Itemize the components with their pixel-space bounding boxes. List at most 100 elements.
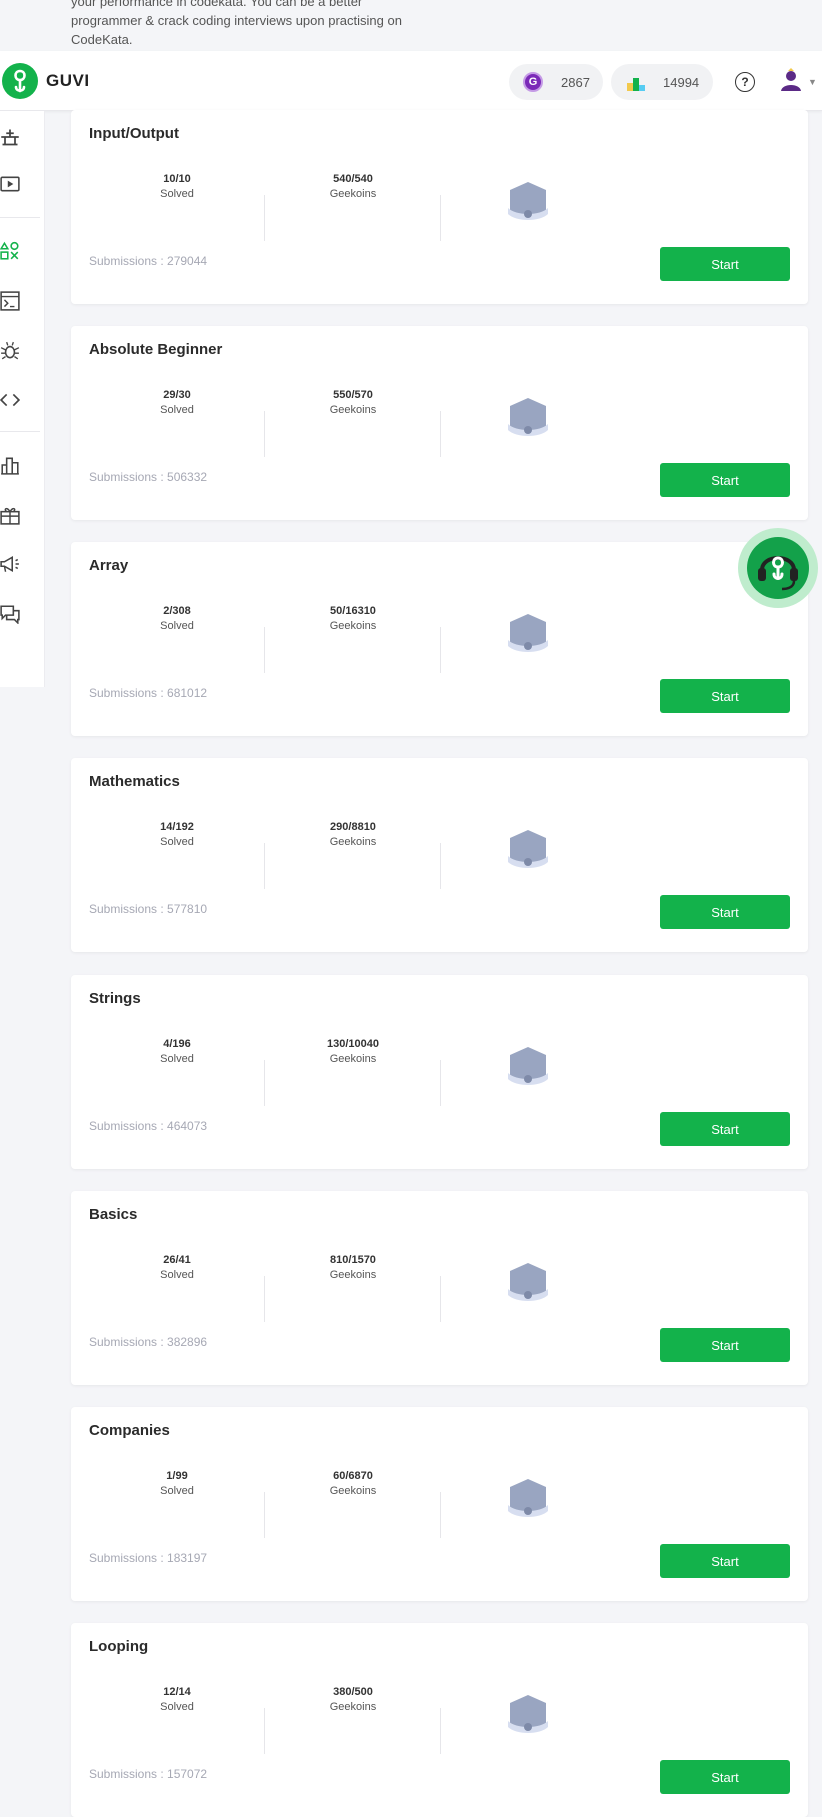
geekoins-label: Geekoins [329,836,377,848]
start-button[interactable]: Start [660,1328,790,1362]
solved-stat: 1/99 Solved [117,1469,237,1499]
sidebar-leaderboard-icon[interactable] [0,455,20,475]
geekoins-label: Geekoins [329,1053,377,1065]
geekoins-label: Geekoins [329,188,377,200]
geekoin-icon: G [523,72,543,92]
track-title: Basics [89,1206,138,1223]
geekoins-value: 810/1570 [330,1254,376,1266]
solved-value: 2/308 [163,605,191,617]
badge-icon [508,830,548,868]
stat-divider [440,1276,441,1322]
sidebar [0,111,45,687]
chevron-down-icon[interactable]: ▼ [808,77,817,87]
rank-count: 14994 [663,74,700,90]
sidebar-gift-icon[interactable] [0,505,20,525]
submissions-count: Submissions : 382896 [89,1335,208,1349]
geekoins-pill[interactable]: G 2867 [509,64,603,100]
geekoins-value: 60/6870 [333,1470,373,1482]
stat-divider [264,195,265,241]
submissions-count: Submissions : 279044 [89,254,208,268]
sidebar-forum-icon[interactable] [0,604,20,624]
track-card-basics: Basics 26/41 Solved 810/1570 Geekoins Subm… [71,1191,808,1385]
avatar[interactable] [779,68,803,92]
solved-stat: 2/308 Solved [117,604,237,634]
start-button[interactable]: Start [660,1760,790,1794]
leaderboard-icon [627,73,645,91]
solved-label: Solved [160,620,194,632]
intro-line-3: CodeKata. [71,32,133,47]
geekoins-label: Geekoins [329,1269,377,1281]
stat-divider [264,411,265,457]
geekoins-stat: 550/570 Geekoins [293,388,413,418]
sidebar-bug-icon[interactable] [0,341,20,361]
geekoins-value: 130/10040 [327,1038,379,1050]
submissions-count: Submissions : 577810 [89,902,208,916]
geekoins-label: Geekoins [329,1701,377,1713]
badge-icon [508,1047,548,1085]
solved-stat: 14/192 Solved [117,820,237,850]
stat-divider [440,1492,441,1538]
geekoins-stat: 290/8810 Geekoins [293,820,413,850]
solved-value: 12/14 [163,1686,191,1698]
intro-line-1: your performance in codekata. You can be… [71,0,363,9]
track-card-companies: Companies 1/99 Solved 60/6870 Geekoins Sub… [71,1407,808,1601]
start-button[interactable]: Start [660,463,790,497]
solved-stat: 12/14 Solved [117,1685,237,1715]
badge-icon [508,614,548,652]
submissions-count: Submissions : 681012 [89,686,208,700]
headset-icon [747,537,809,599]
track-title: Mathematics [89,773,180,790]
stat-divider [264,627,265,673]
stat-divider [264,843,265,889]
sidebar-terminal-icon[interactable] [0,291,20,311]
geekoins-label: Geekoins [329,620,377,632]
track-title: Array [89,557,129,574]
solved-label: Solved [160,1269,194,1281]
track-title: Strings [89,990,141,1007]
start-button[interactable]: Start [660,679,790,713]
geekoins-stat: 130/10040 Geekoins [293,1037,413,1067]
stat-divider [440,1708,441,1754]
geekoins-stat: 50/16310 Geekoins [293,604,413,634]
support-chat-button[interactable] [738,528,818,608]
stat-divider [440,1060,441,1106]
submissions-count: Submissions : 464073 [89,1119,208,1133]
sidebar-home-icon[interactable] [0,127,20,147]
solved-stat: 10/10 Solved [117,172,237,202]
track-title: Companies [89,1422,170,1439]
guvi-logo-icon [2,63,38,99]
geekoins-stat: 60/6870 Geekoins [293,1469,413,1499]
sidebar-code-icon[interactable] [0,390,20,410]
track-card-strings: Strings 4/196 Solved 130/10040 Geekoins Su… [71,975,808,1169]
sidebar-video-icon[interactable] [0,174,20,194]
geekoins-value: 290/8810 [330,821,376,833]
stat-divider [264,1492,265,1538]
track-card-input-output: Input/Output 10/10 Solved 540/540 Geekoins… [71,110,808,304]
geekoins-stat: 380/500 Geekoins [293,1685,413,1715]
help-icon[interactable]: ? [735,72,755,92]
stat-divider [440,411,441,457]
start-button[interactable]: Start [660,1544,790,1578]
start-button[interactable]: Start [660,247,790,281]
badge-icon [508,1695,548,1733]
sidebar-divider [0,431,40,432]
stat-divider [440,843,441,889]
track-card-mathematics: Mathematics 14/192 Solved 290/8810 Geekoin… [71,758,808,952]
solved-label: Solved [160,1701,194,1713]
geekoins-stat: 810/1570 Geekoins [293,1253,413,1283]
rank-pill[interactable]: 14994 [611,64,713,100]
start-button[interactable]: Start [660,895,790,929]
solved-label: Solved [160,1485,194,1497]
guvi-logo[interactable]: GUVI [2,63,90,99]
submissions-count: Submissions : 506332 [89,470,208,484]
solved-label: Solved [160,1053,194,1065]
sidebar-codekata-icon[interactable] [0,241,20,261]
sidebar-divider [0,217,40,218]
badge-icon [508,1479,548,1517]
intro-text: your performance in codekata. You can be… [71,0,431,49]
solved-stat: 26/41 Solved [117,1253,237,1283]
solved-value: 1/99 [166,1470,188,1482]
solved-label: Solved [160,404,194,416]
sidebar-megaphone-icon[interactable] [0,554,20,574]
start-button[interactable]: Start [660,1112,790,1146]
